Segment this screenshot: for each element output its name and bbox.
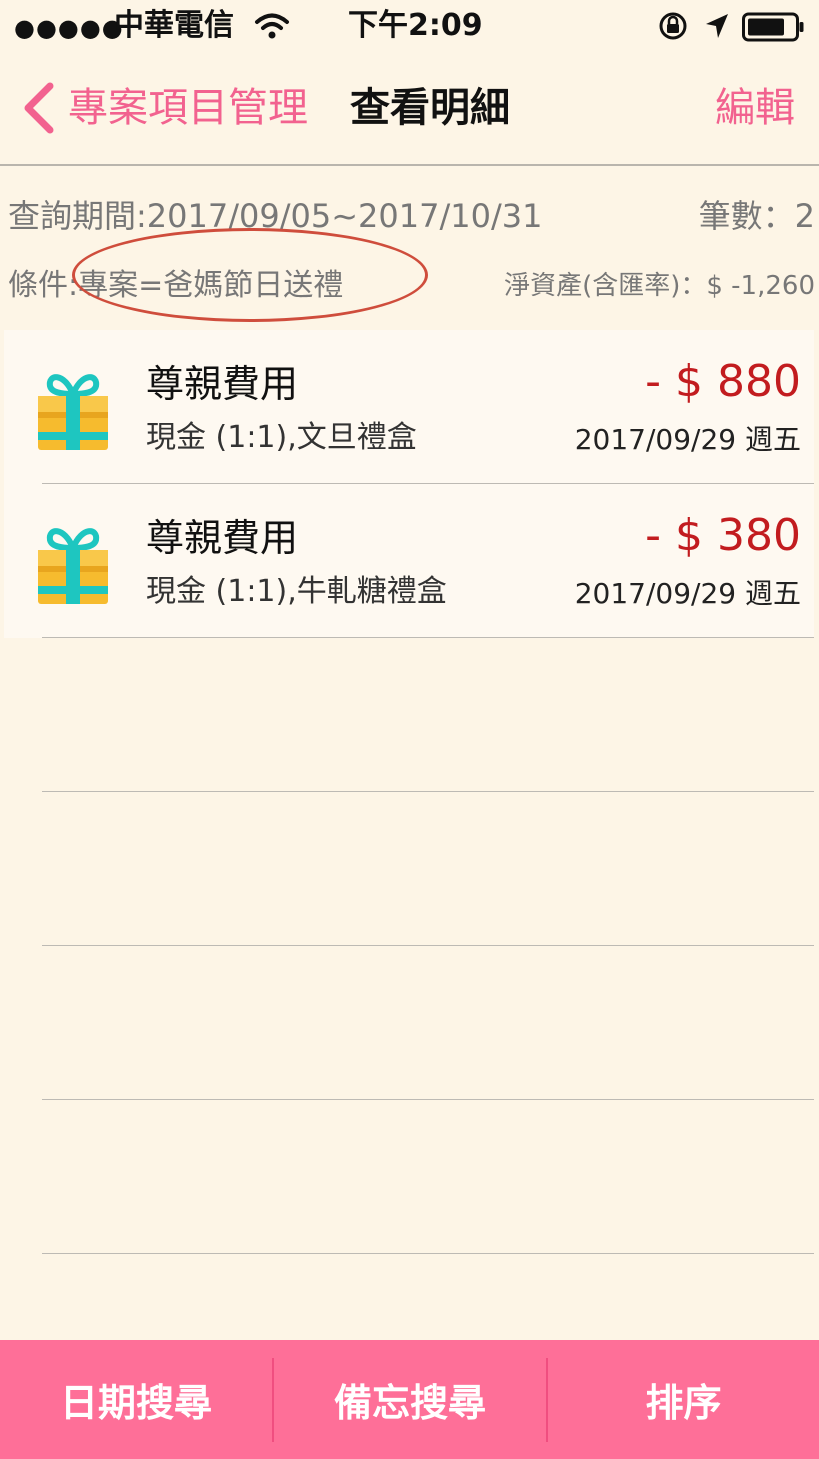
empty-row-divider bbox=[42, 945, 814, 946]
row-divider bbox=[42, 637, 814, 638]
record-amount: - $ 880 bbox=[645, 356, 801, 407]
record-subtitle: 現金 (1:1),文旦禮盒 bbox=[146, 420, 417, 455]
memo-search-button[interactable]: 備忘搜尋 bbox=[274, 1340, 546, 1459]
record-date: 2017/09/29 週五 bbox=[574, 577, 801, 610]
signal-strength-icon: ●●●●● bbox=[14, 14, 124, 42]
battery-icon bbox=[742, 12, 804, 42]
record-subtitle: 現金 (1:1),牛軋糖禮盒 bbox=[146, 574, 447, 609]
annotation-circle bbox=[72, 228, 428, 322]
record-title: 尊親費用 bbox=[146, 516, 299, 560]
carrier-name: 中華電信 bbox=[114, 8, 234, 43]
empty-row-divider bbox=[42, 791, 814, 792]
back-button[interactable]: 專案項目管理 bbox=[68, 80, 308, 136]
sort-button[interactable]: 排序 bbox=[548, 1340, 819, 1459]
record-count: 筆數：2 bbox=[698, 197, 815, 235]
page-title: 查看明細 bbox=[350, 85, 510, 131]
record-amount: - $ 380 bbox=[645, 510, 801, 561]
empty-row-divider bbox=[42, 1253, 814, 1254]
record-date: 2017/09/29 週五 bbox=[574, 423, 801, 456]
bottom-toolbar: 日期搜尋 備忘搜尋 排序 bbox=[0, 1340, 819, 1459]
wifi-icon bbox=[255, 13, 289, 39]
list-item[interactable]: 尊親費用 現金 (1:1),文旦禮盒 - $ 880 2017/09/29 週五 bbox=[0, 332, 819, 484]
location-arrow-icon bbox=[706, 14, 728, 38]
list-item[interactable]: 尊親費用 現金 (1:1),牛軋糖禮盒 - $ 380 2017/09/29 週… bbox=[0, 486, 819, 638]
edit-button[interactable]: 編輯 bbox=[715, 80, 795, 136]
empty-row-divider bbox=[42, 1099, 814, 1100]
record-title: 尊親費用 bbox=[146, 362, 299, 406]
date-search-button[interactable]: 日期搜尋 bbox=[0, 1340, 272, 1459]
back-chevron-icon[interactable] bbox=[18, 80, 58, 136]
status-bar: ●●●●● 中華電信 下午2:09 bbox=[0, 0, 819, 52]
gift-icon bbox=[38, 528, 108, 604]
net-assets: 淨資產(含匯率)：$ -1,260 bbox=[504, 271, 815, 301]
gift-icon bbox=[38, 374, 108, 450]
row-divider bbox=[42, 483, 814, 484]
clock: 下午2:09 bbox=[348, 8, 483, 43]
rotation-lock-icon bbox=[659, 12, 687, 40]
